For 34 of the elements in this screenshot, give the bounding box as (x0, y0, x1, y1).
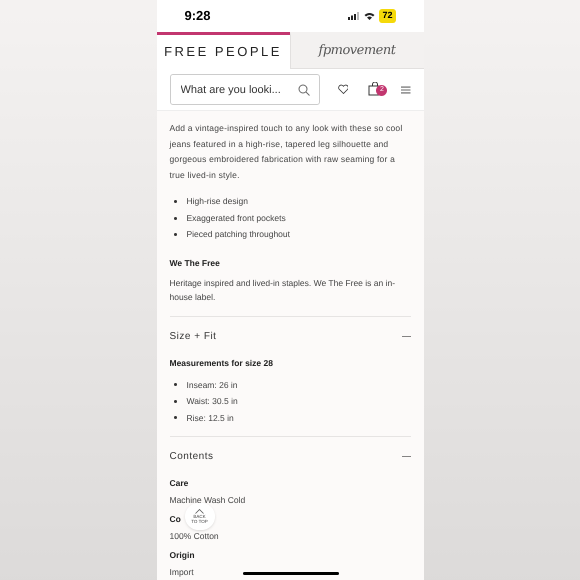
list-item: High-rise design (186, 195, 248, 208)
bullet-icon (174, 200, 176, 203)
battery-indicator: 72 (379, 9, 396, 22)
block-text: Import (170, 566, 194, 579)
brand-text: Heritage inspired and lived-in staples. We The Free is an in-house label. (170, 276, 396, 304)
bullet-icon (174, 400, 176, 403)
chevron-up-icon (195, 509, 204, 514)
brand-tab[interactable]: fpmovement (290, 32, 424, 69)
signal-icon (348, 12, 360, 20)
description-text: Add a vintage-inspired touch to any look with these so cool jeans featured in a high-rise, tapered leg silhouette and gorgeous embroidered fabrication with raw seaming for a true lived-in style. (170, 122, 404, 182)
block-heading: Origin (170, 549, 195, 562)
status-time: 9:28 (184, 7, 211, 25)
wifi-icon (364, 12, 376, 20)
bullet-icon (174, 233, 176, 236)
heart-icon[interactable] (338, 83, 348, 96)
block-heading: Co (170, 513, 181, 526)
list-item: Exaggerated front pockets (186, 212, 286, 224)
search-icon (298, 84, 310, 96)
bullet-icon (174, 383, 176, 386)
block-heading: Measurements for size 28 (170, 356, 273, 370)
block-heading: Care (170, 477, 188, 490)
menu-icon[interactable] (401, 84, 410, 95)
brand-tab[interactable]: FREE PEOPLE (156, 32, 290, 69)
bullet-icon (174, 416, 176, 420)
block-text: 100% Cotton (170, 530, 219, 543)
section-title[interactable]: Contents (170, 449, 214, 464)
list-item: Pieced patching throughout (186, 228, 290, 241)
search-field[interactable]: What are you looki... (170, 74, 320, 106)
list-item: Rise: 12.5 in (186, 412, 234, 424)
brand-heading: We The Free (170, 256, 221, 270)
bullet-icon (174, 216, 176, 220)
section-title[interactable]: Size + Fit (170, 328, 216, 344)
list-item: Waist: 30.5 in (186, 395, 238, 408)
list-item: Inseam: 26 in (186, 378, 238, 391)
